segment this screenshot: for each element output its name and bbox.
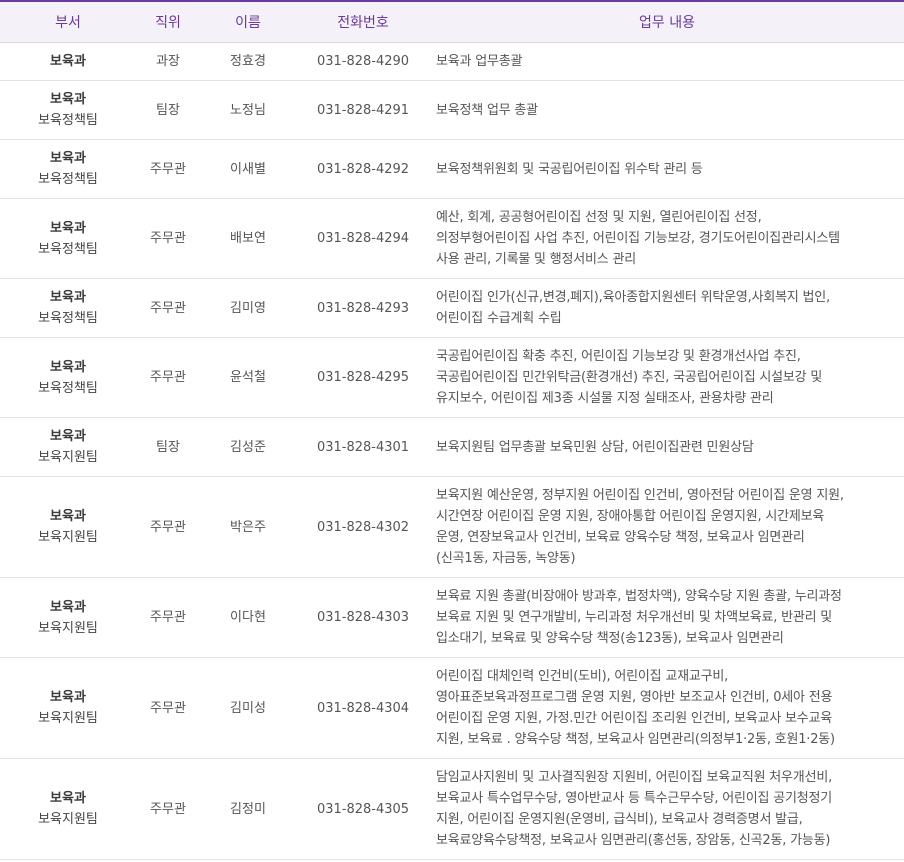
duties-cell: 보육과 업무총괄: [430, 42, 904, 81]
name-cell: 이다현: [200, 577, 296, 658]
table-row: 보육과 보육지원팀 주무관 김미성 031-828-4304 어린이집 대체인력…: [0, 657, 904, 759]
department-cell: 보육과 보육지원팀: [0, 476, 136, 578]
duties-cell: 보육정책위원회 및 국공립어린이집 위수탁 관리 등: [430, 139, 904, 199]
name-cell: 노정님: [200, 80, 296, 140]
name-cell: 정효경: [200, 42, 296, 81]
department-cell: 보육과 보육정책팀: [0, 278, 136, 338]
position-cell: 주무관: [136, 278, 200, 338]
name-cell: 이새별: [200, 139, 296, 199]
header-row: 부서 직위 이름 전화번호 업무 내용: [0, 1, 904, 43]
name-cell: 김정미: [200, 758, 296, 860]
table-row: 보육과 보육정책팀 팀장 노정님 031-828-4291 보육정책 업무 총괄: [0, 80, 904, 140]
department-name: 보육과: [50, 429, 86, 444]
position-cell: 팀장: [136, 80, 200, 140]
duties-cell: 어린이집 인가(신규,변경,폐지),육아종합지원센터 위탁운영,사회복지 법인,…: [430, 278, 904, 338]
table-row: 보육과 보육지원팀 주무관 박은주 031-828-4302 보육지원 예산운영…: [0, 476, 904, 578]
department-name: 보육과: [50, 92, 86, 107]
department-cell: 보육과 보육지원팀: [0, 577, 136, 658]
header-name: 이름: [200, 1, 296, 43]
duties-cell: 담임교사지원비 및 고사결직원장 지원비, 어린이집 보육교직원 처우개선비, …: [430, 758, 904, 860]
table-row: 보육과 보육지원팀 팀장 김성준 031-828-4301 보육지원팀 업무총괄…: [0, 417, 904, 477]
table-row: 보육과 보육정책팀 주무관 이새별 031-828-4292 보육정책위원회 및…: [0, 139, 904, 199]
position-cell: 과장: [136, 42, 200, 81]
team-name: 보육정책팀: [38, 113, 98, 128]
phone-cell: 031-828-4302: [296, 476, 430, 578]
department-cell: 보육과 보육지원팀: [0, 417, 136, 477]
department-cell: 보육과 보육정책팀: [0, 337, 136, 418]
position-cell: 주무관: [136, 577, 200, 658]
team-name: 보육지원팀: [38, 711, 98, 726]
phone-cell: 031-828-4290: [296, 42, 430, 81]
phone-cell: 031-828-4304: [296, 657, 430, 759]
department-name: 보육과: [50, 509, 86, 524]
phone-cell: 031-828-4301: [296, 417, 430, 477]
phone-cell: 031-828-4303: [296, 577, 430, 658]
header-position: 직위: [136, 1, 200, 43]
position-cell: 주무관: [136, 139, 200, 199]
department-name: 보육과: [50, 151, 86, 166]
position-cell: 주무관: [136, 758, 200, 860]
staff-table: 부서 직위 이름 전화번호 업무 내용 보육과 과장 정효경 031-828-4…: [0, 0, 904, 860]
department-cell: 보육과 보육지원팀: [0, 758, 136, 860]
duties-cell: 보육료 지원 총괄(비장애아 방과후, 법정차액), 양육수당 지원 총괄, 누…: [430, 577, 904, 658]
phone-cell: 031-828-4305: [296, 758, 430, 860]
duties-cell: 보육정책 업무 총괄: [430, 80, 904, 140]
duties-cell: 어린이집 대체인력 인건비(도비), 어린이집 교재교구비, 영아표준보육과정프…: [430, 657, 904, 759]
name-cell: 김미성: [200, 657, 296, 759]
duties-cell: 보육지원 예산운영, 정부지원 어린이집 인건비, 영아전담 어린이집 운영 지…: [430, 476, 904, 578]
table-body: 보육과 과장 정효경 031-828-4290 보육과 업무총괄 보육과 보육정…: [0, 42, 904, 860]
name-cell: 김성준: [200, 417, 296, 477]
table-row: 보육과 과장 정효경 031-828-4290 보육과 업무총괄: [0, 42, 904, 81]
team-name: 보육정책팀: [38, 380, 98, 396]
department-name: 보육과: [50, 220, 86, 236]
header-phone: 전화번호: [296, 1, 430, 43]
team-name: 보육지원팀: [38, 530, 98, 545]
department-name: 보육과: [50, 599, 86, 615]
table-row: 보육과 보육정책팀 주무관 김미영 031-828-4293 어린이집 인가(신…: [0, 278, 904, 338]
phone-cell: 031-828-4294: [296, 198, 430, 279]
header-duties: 업무 내용: [430, 1, 904, 43]
table-row: 보육과 보육지원팀 주무관 이다현 031-828-4303 보육료 지원 총괄…: [0, 577, 904, 658]
team-name: 보육지원팀: [38, 620, 98, 636]
department-name: 보육과: [50, 54, 86, 69]
table-row: 보육과 보육지원팀 주무관 김정미 031-828-4305 담임교사지원비 및…: [0, 758, 904, 860]
duties-cell: 국공립어린이집 확충 추진, 어린이집 기능보강 및 환경개선사업 추진, 국공…: [430, 337, 904, 418]
team-name: 보육정책팀: [38, 311, 98, 326]
position-cell: 주무관: [136, 198, 200, 279]
phone-cell: 031-828-4295: [296, 337, 430, 418]
position-cell: 주무관: [136, 337, 200, 418]
department-cell: 보육과: [0, 42, 136, 81]
team-name: 보육지원팀: [38, 450, 98, 465]
team-name: 보육지원팀: [38, 812, 98, 827]
table-row: 보육과 보육정책팀 주무관 배보연 031-828-4294 예산, 회계, 공…: [0, 198, 904, 279]
table-row: 보육과 보육정책팀 주무관 윤석철 031-828-4295 국공립어린이집 확…: [0, 337, 904, 418]
team-name: 보육정책팀: [38, 241, 98, 257]
position-cell: 주무관: [136, 657, 200, 759]
position-cell: 주무관: [136, 476, 200, 578]
department-cell: 보육과 보육정책팀: [0, 80, 136, 140]
department-cell: 보육과 보육정책팀: [0, 198, 136, 279]
department-cell: 보육과 보육지원팀: [0, 657, 136, 759]
name-cell: 박은주: [200, 476, 296, 578]
duties-cell: 보육지원팀 업무총괄 보육민원 상담, 어린이집관련 민원상담: [430, 417, 904, 477]
phone-cell: 031-828-4291: [296, 80, 430, 140]
name-cell: 배보연: [200, 198, 296, 279]
department-name: 보육과: [50, 359, 86, 375]
name-cell: 김미영: [200, 278, 296, 338]
department-cell: 보육과 보육정책팀: [0, 139, 136, 199]
position-cell: 팀장: [136, 417, 200, 477]
team-name: 보육정책팀: [38, 172, 98, 187]
duties-cell: 예산, 회계, 공공형어린이집 선정 및 지원, 열린어린이집 선정, 의정부형…: [430, 198, 904, 279]
department-name: 보육과: [50, 690, 86, 705]
header-department: 부서: [0, 1, 136, 43]
name-cell: 윤석철: [200, 337, 296, 418]
phone-cell: 031-828-4292: [296, 139, 430, 199]
department-name: 보육과: [50, 791, 86, 806]
phone-cell: 031-828-4293: [296, 278, 430, 338]
department-name: 보육과: [50, 290, 86, 305]
table-header: 부서 직위 이름 전화번호 업무 내용: [0, 1, 904, 43]
